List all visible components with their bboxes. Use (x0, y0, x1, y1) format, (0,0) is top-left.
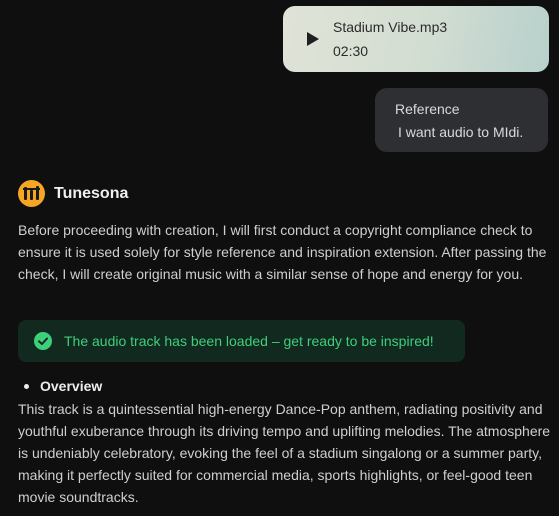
overview-body: This track is a quintessential high-ener… (18, 401, 551, 505)
play-icon[interactable] (306, 31, 320, 47)
success-banner: The audio track has been loaded – get re… (18, 320, 465, 362)
logo-bars-icon (23, 186, 40, 200)
overview-heading-text: Overview (40, 378, 103, 394)
bullet-icon (24, 383, 29, 389)
assistant-name: Tunesona (54, 184, 129, 202)
audio-attachment-card[interactable]: Stadium Vibe.mp3 02:30 (283, 6, 549, 72)
audio-meta: Stadium Vibe.mp3 02:30 (333, 18, 447, 60)
user-reference-bubble: Reference I want audio to MIdi. (375, 88, 548, 152)
assistant-intro: Before proceeding with creation, I will … (18, 222, 547, 282)
assistant-header: Tunesona (18, 180, 128, 207)
audio-file-name: Stadium Vibe.mp3 (333, 19, 448, 35)
reference-message: I want audio to MIdi. (398, 124, 524, 140)
banner-text: The audio track has been loaded – get re… (64, 333, 434, 349)
check-circle-icon (34, 332, 52, 350)
overview-heading: Overview (24, 378, 102, 394)
audio-duration: 02:30 (333, 43, 369, 59)
tunesona-logo (18, 180, 45, 207)
reference-title: Reference (395, 101, 460, 117)
chat-page: Stadium Vibe.mp3 02:30 Reference I want … (0, 0, 559, 516)
